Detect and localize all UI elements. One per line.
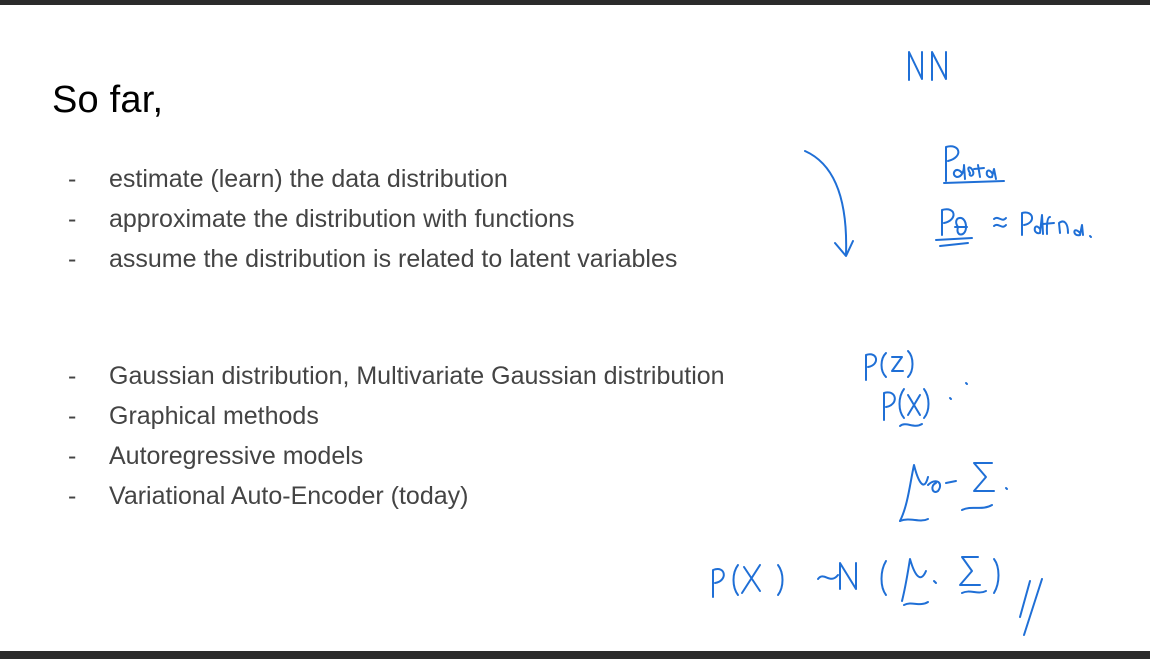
handwriting-nn bbox=[908, 51, 947, 81]
bottom-bar bbox=[0, 651, 1150, 659]
handwriting-px bbox=[883, 382, 968, 427]
handwriting-ptheta-approx-pdata bbox=[935, 208, 1092, 247]
slide: So far, - estimate (learn) the data dist… bbox=[0, 5, 1150, 651]
handwriting-pz bbox=[865, 350, 914, 381]
handwriting-pdata bbox=[943, 145, 1005, 184]
handwriting-gaussian-formula bbox=[712, 556, 1043, 636]
handwriting-mu-sigma bbox=[899, 462, 1008, 522]
curved-arrow-icon bbox=[804, 150, 854, 257]
handwritten-annotations bbox=[712, 51, 1092, 636]
